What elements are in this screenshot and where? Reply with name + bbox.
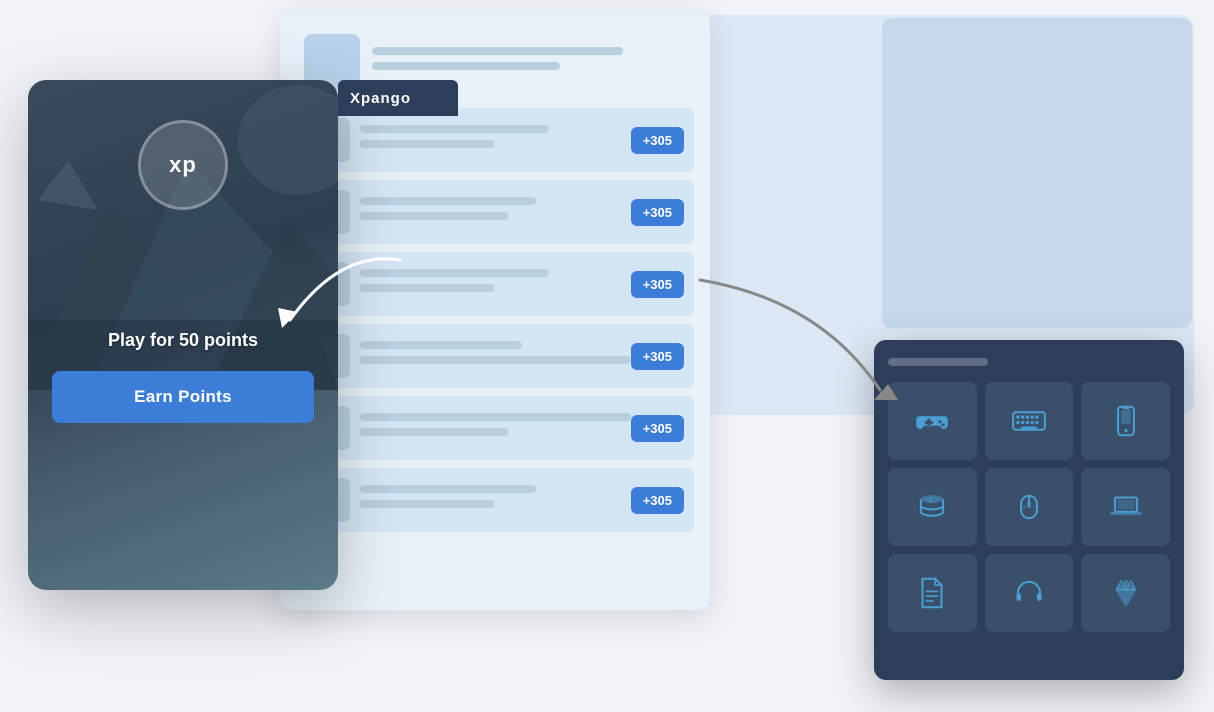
xpango-brand-bar: Xpango bbox=[338, 80, 458, 116]
phone-background: xp Play for 50 points Earn Points bbox=[28, 80, 338, 590]
bg-panel-right-inner bbox=[882, 18, 1192, 328]
database-icon: 1 bbox=[913, 488, 951, 526]
list-row[interactable]: +305 bbox=[296, 180, 694, 244]
points-badge: +305 bbox=[631, 343, 684, 370]
row-content bbox=[360, 413, 631, 443]
svg-text:1: 1 bbox=[929, 496, 933, 503]
list-row[interactable]: +305 bbox=[296, 324, 694, 388]
grid-panel: 1 bbox=[874, 340, 1184, 680]
keyboard-icon bbox=[1010, 402, 1048, 440]
text-line-1 bbox=[372, 47, 623, 55]
text-line bbox=[360, 341, 522, 349]
mouse-cell[interactable] bbox=[985, 468, 1074, 546]
brand-name: Xpango bbox=[350, 90, 411, 107]
icon-grid: 1 bbox=[888, 382, 1170, 632]
text-line bbox=[360, 284, 495, 292]
mobile-icon bbox=[1107, 402, 1145, 440]
diamond-cell[interactable] bbox=[1081, 554, 1170, 632]
text-line bbox=[360, 140, 495, 148]
play-text: Play for 50 points bbox=[108, 330, 258, 351]
headphones-icon bbox=[1010, 574, 1048, 612]
text-line bbox=[360, 212, 509, 220]
xp-label: xp bbox=[169, 152, 197, 178]
text-line bbox=[360, 125, 549, 133]
text-line bbox=[360, 197, 536, 205]
list-row[interactable]: +305 bbox=[296, 108, 694, 172]
list-row[interactable]: +305 bbox=[296, 396, 694, 460]
list-top-text bbox=[372, 47, 686, 77]
text-line bbox=[360, 500, 495, 508]
mouse-icon bbox=[1010, 488, 1048, 526]
grid-header-bar bbox=[888, 358, 988, 366]
phone-card: xp Play for 50 points Earn Points bbox=[28, 80, 338, 590]
phone-content: Play for 50 points Earn Points bbox=[28, 330, 338, 423]
earn-points-button[interactable]: Earn Points bbox=[52, 371, 314, 423]
mobile-cell[interactable] bbox=[1081, 382, 1170, 460]
row-content bbox=[360, 125, 631, 155]
list-row[interactable]: +305 bbox=[296, 468, 694, 532]
document-cell[interactable] bbox=[888, 554, 977, 632]
diamond-icon bbox=[1107, 574, 1145, 612]
text-line bbox=[360, 485, 536, 493]
points-badge: +305 bbox=[631, 127, 684, 154]
xp-logo-area: xp bbox=[138, 120, 228, 210]
row-content bbox=[360, 197, 631, 227]
database-cell[interactable]: 1 bbox=[888, 468, 977, 546]
text-line bbox=[360, 413, 631, 421]
text-line bbox=[360, 269, 549, 277]
xp-circle: xp bbox=[138, 120, 228, 210]
laptop-cell[interactable] bbox=[1081, 468, 1170, 546]
gamepad-cell[interactable] bbox=[888, 382, 977, 460]
points-badge: +305 bbox=[631, 271, 684, 298]
text-line bbox=[360, 428, 509, 436]
scene: xp Play for 50 points Earn Points Xpango bbox=[0, 0, 1214, 712]
keyboard-cell[interactable] bbox=[985, 382, 1074, 460]
headphones-cell[interactable] bbox=[985, 554, 1074, 632]
points-badge: +305 bbox=[631, 199, 684, 226]
laptop-icon bbox=[1107, 488, 1145, 526]
text-line bbox=[360, 356, 631, 364]
row-content bbox=[360, 269, 631, 299]
list-row[interactable]: +305 bbox=[296, 252, 694, 316]
text-line-2 bbox=[372, 62, 560, 70]
document-icon bbox=[913, 574, 951, 612]
gamepad-icon bbox=[913, 402, 951, 440]
row-content bbox=[360, 485, 631, 515]
points-badge: +305 bbox=[631, 487, 684, 514]
row-content bbox=[360, 341, 631, 371]
points-badge: +305 bbox=[631, 415, 684, 442]
